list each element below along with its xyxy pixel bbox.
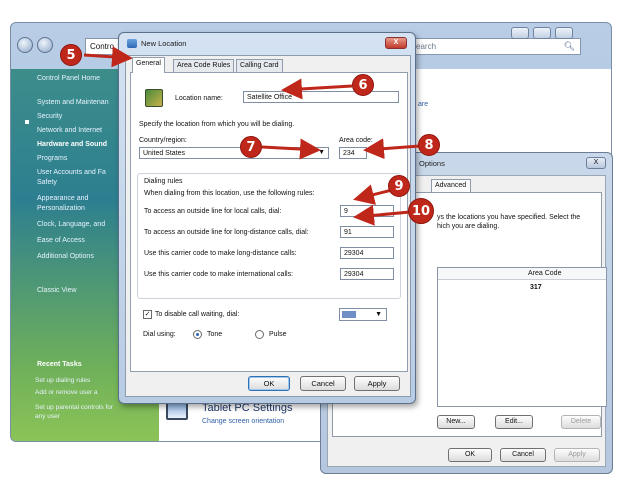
cancel-button[interactable]: Cancel bbox=[500, 448, 546, 462]
locations-list[interactable]: Area Code 317 bbox=[437, 267, 607, 407]
call-waiting-selection bbox=[342, 311, 356, 318]
callout-10: 10 bbox=[408, 198, 434, 224]
tab-general[interactable]: General bbox=[132, 57, 165, 73]
sidebar-item-system[interactable]: System and Maintenan bbox=[37, 99, 109, 106]
local-calls-label: To access an outside line for local call… bbox=[144, 208, 282, 215]
dialog-body: General Area Code Rules Calling Card Loc… bbox=[125, 55, 411, 397]
sidebar-item-personalization[interactable]: Personalization bbox=[37, 205, 85, 212]
search-input[interactable]: earch 🔍︎ bbox=[411, 38, 581, 55]
hardware-bullet-icon bbox=[25, 120, 29, 124]
instruction-text: Specify the location from which you will… bbox=[139, 121, 295, 128]
call-waiting-label: To disable call waiting, dial: bbox=[155, 311, 240, 318]
recent-task-dialing-rules[interactable]: Set up dialing rules bbox=[35, 377, 90, 384]
general-tab-panel: Location name: Satellite Office Specify … bbox=[130, 72, 408, 372]
recent-task-parental-controls[interactable]: Set up parental controls for bbox=[35, 404, 113, 411]
new-button[interactable]: New... bbox=[437, 415, 475, 429]
callout-8: 8 bbox=[418, 134, 440, 156]
sidebar-item-additional-options[interactable]: Additional Options bbox=[37, 253, 94, 260]
close-button[interactable] bbox=[555, 27, 573, 39]
call-waiting-select[interactable]: ▼ bbox=[339, 308, 387, 321]
pulse-radio[interactable] bbox=[255, 330, 264, 339]
delete-button[interactable]: Delete bbox=[561, 415, 601, 429]
sidebar-item-classic-view[interactable]: Classic View bbox=[37, 287, 77, 294]
apply-button[interactable]: Apply bbox=[554, 448, 600, 462]
dialog-app-icon bbox=[127, 39, 137, 48]
sidebar-item-user-accounts[interactable]: User Accounts and Fa bbox=[37, 169, 106, 176]
location-name-input[interactable]: Satellite Office bbox=[243, 91, 399, 103]
local-calls-input[interactable]: 9 bbox=[340, 205, 394, 217]
search-placeholder: earch bbox=[416, 42, 437, 51]
tone-label: Tone bbox=[207, 331, 223, 338]
dropdown-arrow-icon: ▼ bbox=[375, 311, 382, 318]
sidebar-item-ease-of-access[interactable]: Ease of Access bbox=[37, 237, 85, 244]
apply-button[interactable]: Apply bbox=[354, 376, 400, 391]
locations-description: ys the locations you have specified. Sel… bbox=[437, 214, 581, 230]
callout-9: 9 bbox=[388, 175, 410, 197]
carrier-long-distance-input[interactable]: 29304 bbox=[340, 247, 394, 259]
dialog-title: Options bbox=[419, 159, 445, 168]
sidebar-item-programs[interactable]: Programs bbox=[37, 155, 67, 162]
long-distance-input[interactable]: 91 bbox=[340, 226, 394, 238]
maximize-button[interactable] bbox=[533, 27, 551, 39]
sidebar-item-hardware[interactable]: Hardware and Sound bbox=[37, 141, 107, 148]
search-icon[interactable]: 🔍︎ bbox=[564, 41, 575, 52]
back-icon[interactable] bbox=[17, 37, 33, 53]
sidebar-item-control-panel-home[interactable]: Control Panel Home bbox=[37, 75, 100, 82]
list-header: Area Code bbox=[438, 268, 606, 280]
country-region-label: Country/region: bbox=[139, 137, 187, 144]
sidebar-item-clock[interactable]: Clock, Language, and bbox=[37, 221, 105, 228]
long-distance-label: To access an outside line for long-dista… bbox=[144, 229, 309, 236]
column-area-code[interactable]: Area Code bbox=[528, 270, 561, 277]
carrier-long-distance-label: Use this carrier code to make long-dista… bbox=[144, 250, 297, 257]
carrier-international-label: Use this carrier code to make internatio… bbox=[144, 271, 294, 278]
recent-task-any-user[interactable]: any user bbox=[35, 413, 60, 420]
area-code-label: Area code: bbox=[339, 137, 373, 144]
tablet-pc-icon[interactable] bbox=[166, 402, 188, 420]
tab-calling-card[interactable]: Calling Card bbox=[236, 59, 283, 72]
dropdown-arrow-icon: ▼ bbox=[318, 149, 325, 156]
tone-radio[interactable] bbox=[193, 330, 202, 339]
location-phone-icon bbox=[145, 89, 163, 107]
close-button[interactable]: X bbox=[586, 157, 606, 169]
tab-area-code-rules[interactable]: Area Code Rules bbox=[173, 59, 235, 72]
callout-7: 7 bbox=[240, 136, 262, 158]
dialing-rules-intro: When dialing from this location, use the… bbox=[144, 190, 315, 197]
area-code-cell: 317 bbox=[530, 284, 542, 291]
sidebar-item-safety[interactable]: Safety bbox=[37, 179, 57, 186]
tab-advanced[interactable]: Advanced bbox=[431, 179, 471, 192]
dialog-title: New Location bbox=[141, 39, 187, 48]
sidebar-item-appearance[interactable]: Appearance and bbox=[37, 195, 88, 202]
dialing-rules-group: Dialing rules When dialing from this loc… bbox=[137, 173, 401, 299]
dial-using-label: Dial using: bbox=[143, 331, 176, 338]
area-code-input[interactable]: 234 bbox=[339, 147, 367, 159]
change-screen-orientation-link[interactable]: Change screen orientation bbox=[202, 418, 284, 425]
forward-icon[interactable] bbox=[37, 37, 53, 53]
location-name-label: Location name: bbox=[175, 95, 223, 102]
recent-task-user-accounts[interactable]: Add or remove user a bbox=[35, 389, 98, 396]
cancel-button[interactable]: Cancel bbox=[300, 376, 346, 391]
edit-button[interactable]: Edit... bbox=[495, 415, 533, 429]
callout-6: 6 bbox=[352, 74, 374, 96]
pulse-label: Pulse bbox=[269, 331, 287, 338]
country-region-select[interactable]: United States ▼ bbox=[139, 147, 329, 159]
control-panel-link[interactable]: are bbox=[418, 101, 428, 108]
minimize-button[interactable] bbox=[511, 27, 529, 39]
recent-tasks-heading: Recent Tasks bbox=[37, 361, 82, 368]
dialing-rules-heading: Dialing rules bbox=[144, 178, 183, 185]
callout-5: 5 bbox=[60, 44, 82, 66]
close-button[interactable]: X bbox=[385, 37, 407, 49]
ok-button[interactable]: OK bbox=[248, 376, 290, 391]
call-waiting-checkbox[interactable]: ✓ bbox=[143, 310, 152, 319]
country-region-value: United States bbox=[143, 150, 186, 157]
sidebar-item-network[interactable]: Network and Internet bbox=[37, 127, 102, 134]
ok-button[interactable]: OK bbox=[448, 448, 492, 462]
carrier-international-input[interactable]: 29304 bbox=[340, 268, 394, 280]
sidebar-item-security[interactable]: Security bbox=[37, 113, 62, 120]
